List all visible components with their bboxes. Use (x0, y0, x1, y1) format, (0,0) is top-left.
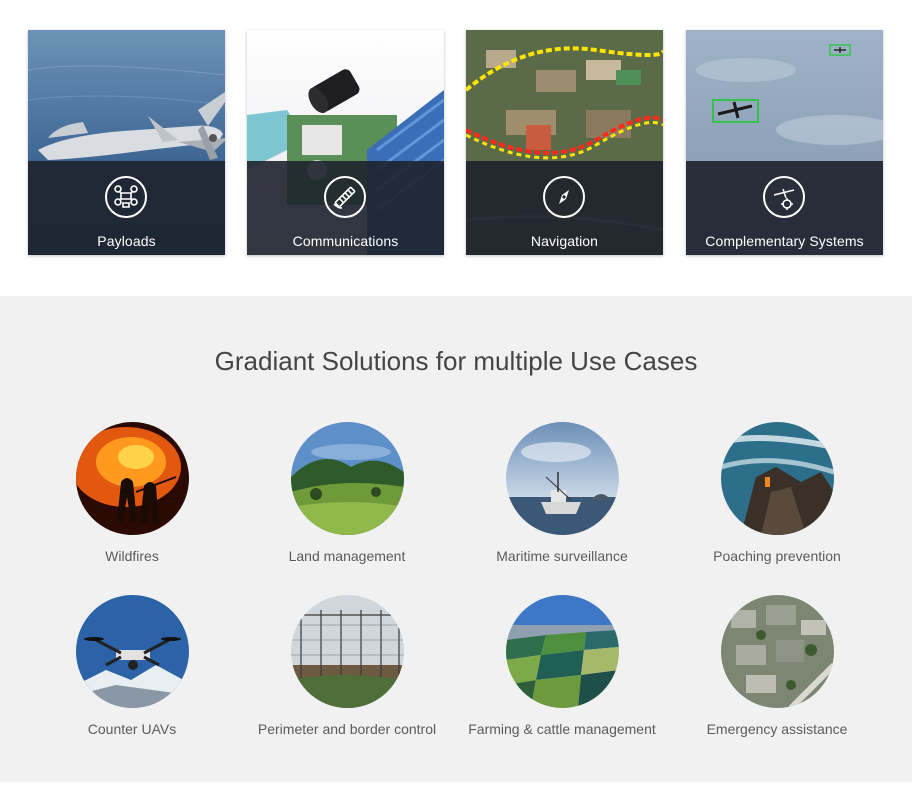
use-case-counter-uavs[interactable]: Counter UAVs (26, 595, 238, 737)
drone-icon (105, 176, 147, 218)
use-case-land-management[interactable]: Land management (241, 422, 453, 564)
disaster-area-photo (720, 595, 834, 708)
use-case-farming-cattle-management[interactable]: Farming & cattle management (456, 595, 668, 737)
use-case-emergency-assistance[interactable]: Emergency assistance (671, 595, 883, 737)
use-case-label: Emergency assistance (706, 721, 848, 737)
section-title: Gradiant Solutions for multiple Use Case… (214, 346, 698, 376)
fishing-boat-photo (505, 422, 619, 535)
use-case-wildfires[interactable]: Wildfires (26, 422, 238, 564)
card-complementary-systems[interactable]: Complementary Systems (686, 30, 883, 255)
quadcopter-photo (75, 595, 189, 708)
card-label: Complementary Systems (705, 233, 864, 249)
use-case-label: Maritime surveillance (496, 548, 628, 564)
card-communications[interactable]: Communications (247, 30, 444, 255)
use-case-label: Farming & cattle management (468, 721, 656, 737)
farmland-aerial-photo (505, 595, 619, 708)
use-case-label: Poaching prevention (713, 548, 841, 564)
card-label: Communications (292, 233, 399, 249)
use-cases-section: Gradiant Solutions for multiple Use Case… (0, 296, 912, 782)
use-case-maritime-surveillance[interactable]: Maritime surveillance (456, 422, 668, 564)
category-cards: Payloads Communications Navigation Compl… (0, 0, 912, 296)
use-case-poaching-prevention[interactable]: Poaching prevention (671, 422, 883, 564)
coastal-rocks-photo (720, 422, 834, 535)
satellite-icon (324, 176, 366, 218)
compass-icon (543, 176, 585, 218)
use-case-label: Land management (288, 548, 406, 564)
card-label: Payloads (97, 233, 156, 249)
use-case-label: Wildfires (105, 548, 159, 564)
card-label: Navigation (530, 233, 599, 249)
border-fence-photo (290, 595, 404, 708)
card-navigation[interactable]: Navigation (466, 30, 663, 255)
drone-target-icon (763, 176, 805, 218)
use-case-label: Perimeter and border control (257, 721, 437, 737)
card-payloads[interactable]: Payloads (28, 30, 225, 255)
use-case-perimeter-border-control[interactable]: Perimeter and border control (241, 595, 453, 737)
use-case-label: Counter UAVs (87, 721, 177, 737)
wildfire-photo (75, 422, 189, 535)
landscape-photo (290, 422, 404, 535)
